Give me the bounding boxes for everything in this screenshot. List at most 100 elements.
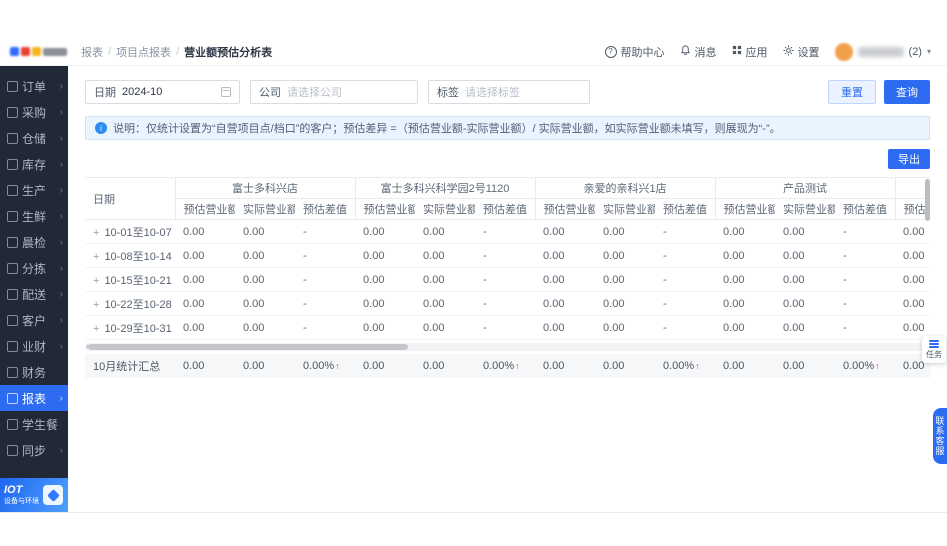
summary-diff-value: 0.00%↑	[475, 354, 535, 378]
sidebar-item-label: 同步	[22, 443, 47, 458]
breadcrumb-item[interactable]: 报表	[81, 44, 103, 60]
menu-icon	[7, 418, 18, 430]
user-name-redacted	[857, 46, 904, 57]
sidebar-item-同步[interactable]: 同步 ›	[0, 437, 68, 463]
horizontal-scrollbar-thumb[interactable]	[88, 344, 408, 350]
sidebar-item-仓储[interactable]: 仓储 ›	[0, 125, 68, 151]
summary-value: 0.00	[595, 354, 655, 378]
settings-button[interactable]: 设置	[782, 44, 820, 60]
apps-button[interactable]: 应用	[732, 44, 768, 60]
tag-filter-label: 标签	[437, 87, 459, 99]
iot-title: IOT	[4, 484, 23, 496]
chevron-right-icon: ›	[59, 444, 63, 456]
breadcrumb-item[interactable]: 项目点报表	[116, 44, 171, 60]
sidebar-item-客户[interactable]: 客户 ›	[0, 307, 68, 333]
tag-filter[interactable]: 标签 请选择标签	[428, 80, 590, 104]
column-header-date: 日期	[85, 177, 175, 220]
column-subheader: 预估差值	[295, 198, 356, 220]
user-badge: (2)	[908, 45, 922, 58]
column-subheader: 预估营业额	[174, 198, 235, 220]
tasks-float-button[interactable]: 任务	[922, 336, 946, 363]
cell-value: 0.00	[535, 315, 596, 340]
sidebar-item-晨检[interactable]: 晨检 ›	[0, 229, 68, 255]
sidebar-item-订单[interactable]: 订单 ›	[0, 73, 68, 99]
cell-value: 0.00	[535, 291, 596, 316]
sidebar-item-分拣[interactable]: 分拣 ›	[0, 255, 68, 281]
menu-icon	[7, 366, 18, 378]
summary-label: 10月统计汇总	[85, 354, 175, 378]
sidebar-item-label: 业财	[22, 339, 47, 354]
chevron-right-icon: ›	[59, 340, 63, 352]
summary-diff-value: 0.00%↑	[655, 354, 715, 378]
cell-value: 0.00	[715, 243, 776, 268]
cell-value: -	[835, 267, 896, 292]
sidebar-item-生产[interactable]: 生产 ›	[0, 177, 68, 203]
cell-value: 0.00	[235, 267, 295, 292]
sidebar-item-采购[interactable]: 采购 ›	[0, 99, 68, 125]
expand-row-icon[interactable]: +	[93, 227, 99, 239]
cell-value: 0.00	[535, 219, 596, 244]
messages-label: 消息	[694, 46, 717, 59]
cell-value: 0.00	[415, 243, 476, 268]
breadcrumb-item: 营业额预估分析表	[184, 46, 273, 59]
sidebar-item-库存[interactable]: 库存 ›	[0, 151, 68, 177]
summary-diff-value: 0.00%↑	[295, 354, 355, 378]
cell-value: 0.00	[175, 243, 235, 268]
expand-row-icon[interactable]: +	[93, 275, 99, 287]
contact-service-button[interactable]: 联系客服	[933, 408, 947, 464]
horizontal-scrollbar[interactable]: ‹ ›	[85, 341, 930, 351]
cell-value: 0.00	[175, 267, 235, 292]
up-arrow-icon: ↑	[875, 361, 880, 371]
cell-value: 0.00	[415, 291, 476, 316]
menu-icon	[7, 106, 18, 118]
cell-value: 0.00	[775, 315, 836, 340]
summary-body: 10月统计汇总 0.00 0.00 0.00%↑ 0.00 0.00 0.00%↑ 0.00 0…	[85, 354, 930, 378]
filter-buttons: 重置 查询	[828, 80, 930, 104]
chevron-right-icon: ›	[59, 210, 63, 222]
reset-button[interactable]: 重置	[828, 80, 876, 104]
iot-text: IOT 设备与环境	[4, 484, 39, 506]
date-filter[interactable]: 日期 2024-10	[85, 80, 240, 104]
tag-filter-placeholder: 请选择标签	[465, 87, 520, 99]
cell-value-clipped: 0.00	[895, 267, 930, 292]
iot-widget[interactable]: IOT 设备与环境	[0, 478, 68, 512]
cell-value: 0.00	[715, 315, 776, 340]
user-menu[interactable]: (2) ▾	[834, 42, 931, 61]
logo-wordmark-redacted	[43, 47, 67, 56]
sidebar-item-报表[interactable]: 报表 ›	[0, 385, 68, 411]
expand-row-icon[interactable]: +	[93, 251, 99, 263]
menu-icon	[7, 236, 18, 248]
bell-icon	[680, 44, 691, 59]
logo-mark-red	[21, 47, 30, 56]
sidebar-item-label: 生鲜	[22, 209, 47, 224]
export-button[interactable]: 导出	[888, 149, 930, 169]
cell-value: 0.00	[175, 315, 235, 340]
column-group-header: 产品测试	[714, 177, 896, 199]
vertical-scrollbar-thumb[interactable]	[925, 179, 930, 221]
chevron-right-icon: ›	[59, 106, 63, 118]
sidebar-item-财务[interactable]: 财务	[0, 359, 68, 385]
summary-diff-value: 0.00%↑	[835, 354, 895, 378]
chevron-right-icon: ›	[59, 392, 63, 404]
sidebar-item-业财[interactable]: 业财 ›	[0, 333, 68, 359]
summary-value: 0.00	[715, 354, 775, 378]
contact-service-label: 联系客服	[934, 416, 945, 456]
sidebar-item-学生餐[interactable]: 学生餐	[0, 411, 68, 437]
sidebar-item-label: 晨检	[22, 235, 47, 250]
expand-row-icon[interactable]: +	[93, 299, 99, 311]
messages-button[interactable]: 消息	[680, 44, 717, 60]
expand-row-icon[interactable]: +	[93, 323, 99, 335]
menu-icon	[7, 288, 18, 300]
search-button[interactable]: 查询	[884, 80, 930, 104]
company-filter[interactable]: 公司 请选择公司	[250, 80, 418, 104]
sidebar-item-生鲜[interactable]: 生鲜 ›	[0, 203, 68, 229]
caret-down-icon: ▾	[926, 47, 931, 56]
menu-icon	[7, 184, 18, 196]
help-center-button[interactable]: ? 帮助中心	[604, 44, 665, 60]
sidebar-item-label: 分拣	[22, 261, 47, 276]
cell-value: -	[475, 267, 536, 292]
period-cell: +10-22至10-28	[85, 291, 175, 316]
cell-value: 0.00	[715, 219, 776, 244]
summary-value: 0.00	[775, 354, 835, 378]
sidebar-item-配送[interactable]: 配送 ›	[0, 281, 68, 307]
